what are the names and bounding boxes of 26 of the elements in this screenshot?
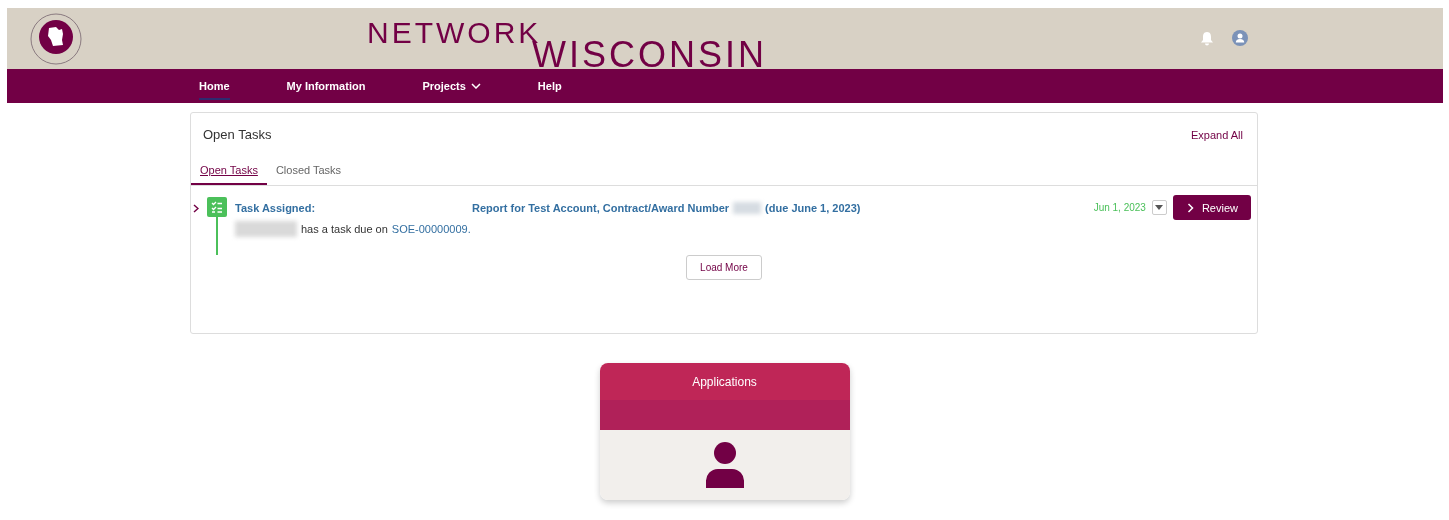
review-button[interactable]: Review bbox=[1172, 195, 1251, 220]
tab[interactable]: Open Tasks bbox=[191, 164, 267, 185]
task-type: Task Assigned: bbox=[235, 201, 317, 214]
dropdown-button[interactable] bbox=[1151, 200, 1167, 215]
chevron-right-icon[interactable] bbox=[193, 204, 199, 213]
user-avatar-icon[interactable] bbox=[1232, 30, 1248, 46]
tab[interactable]: Closed Tasks bbox=[266, 164, 351, 185]
record-link[interactable]: SOE-00000009. bbox=[391, 223, 471, 235]
redacted-text bbox=[235, 221, 297, 237]
tile-title: Applications bbox=[692, 374, 757, 389]
expand-all-link[interactable]: Expand All bbox=[1191, 128, 1243, 141]
chevron-right-icon bbox=[1186, 202, 1194, 213]
nav-link[interactable]: Home bbox=[199, 72, 230, 100]
task-detail: has a task due on bbox=[301, 223, 388, 235]
nav-link[interactable]: Help bbox=[537, 72, 562, 100]
state-seal-icon bbox=[29, 11, 83, 66]
load-more-button[interactable]: Load More bbox=[686, 255, 762, 280]
caret-down-icon bbox=[1155, 205, 1164, 210]
redacted-text bbox=[733, 201, 762, 214]
person-icon bbox=[704, 442, 745, 488]
task-subject-link[interactable]: Report for Test Account, Contract/Award Number bbox=[472, 201, 730, 214]
card-title: Open Tasks bbox=[203, 127, 272, 142]
due-date-link[interactable]: (due June 1, 2023) bbox=[765, 201, 861, 214]
nav-link[interactable]: Projects bbox=[422, 72, 481, 100]
nav-link[interactable]: My Information bbox=[286, 72, 366, 100]
task-date: Jun 1, 2023 bbox=[1093, 202, 1146, 213]
